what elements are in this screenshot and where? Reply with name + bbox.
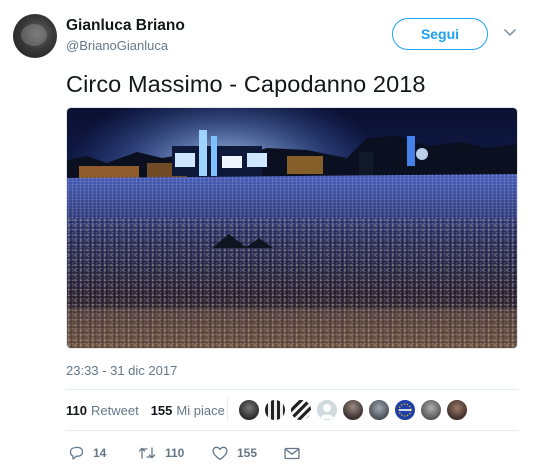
liker-avatar[interactable] — [446, 399, 468, 421]
liker-avatar[interactable] — [342, 399, 364, 421]
retweet-label: Retweet — [90, 402, 139, 418]
like-stat[interactable]: 155 Mi piace — [151, 403, 225, 418]
like-label: Mi piace — [176, 402, 225, 418]
reply-icon — [69, 446, 84, 460]
like-action-count: 155 — [237, 446, 258, 460]
retweet-action-count: 110 — [165, 446, 185, 460]
user-name[interactable]: Gianluca Briano — [66, 17, 185, 35]
tweet-text: Circo Massimo - Capodanno 2018 — [66, 71, 426, 97]
tweet-photo[interactable] — [66, 107, 518, 349]
like-button[interactable]: 155 — [212, 443, 257, 463]
likers-avatars — [238, 399, 472, 421]
tweet-timestamp[interactable]: 23:33 - 31 dic 2017 — [66, 363, 177, 378]
liker-avatar[interactable] — [368, 399, 390, 421]
tweet-header: Gianluca Briano @BrianoGianluca Segui — [13, 14, 527, 60]
tweet-stats: 110 Retweet 155 Mi piace — [66, 398, 237, 422]
retweet-icon — [138, 447, 156, 459]
reply-count: 14 — [93, 446, 107, 460]
stats-separator — [227, 397, 228, 421]
divider — [66, 430, 518, 431]
direct-message-button[interactable] — [284, 443, 300, 463]
chevron-down-icon[interactable] — [503, 26, 517, 40]
follow-button[interactable]: Segui — [392, 18, 488, 50]
retweet-stat[interactable]: 110 Retweet — [66, 403, 139, 418]
liker-avatar[interactable] — [238, 399, 260, 421]
like-count: 155 — [150, 402, 173, 418]
eu-flag-icon[interactable] — [394, 399, 416, 421]
reply-button[interactable]: 14 — [68, 443, 106, 463]
retweet-count: 110 — [66, 402, 87, 418]
liker-avatar[interactable] — [316, 399, 338, 421]
heart-icon — [212, 446, 228, 460]
envelope-icon — [284, 447, 300, 459]
liker-avatar[interactable] — [290, 399, 312, 421]
liker-avatar[interactable] — [264, 399, 286, 421]
divider — [66, 389, 518, 390]
user-avatar[interactable] — [13, 14, 57, 58]
user-handle[interactable]: @BrianoGianluca — [66, 38, 168, 53]
tweet-actions: 14 110 155 — [66, 443, 326, 463]
retweet-button[interactable]: 110 — [138, 443, 184, 463]
liker-avatar[interactable] — [420, 399, 442, 421]
